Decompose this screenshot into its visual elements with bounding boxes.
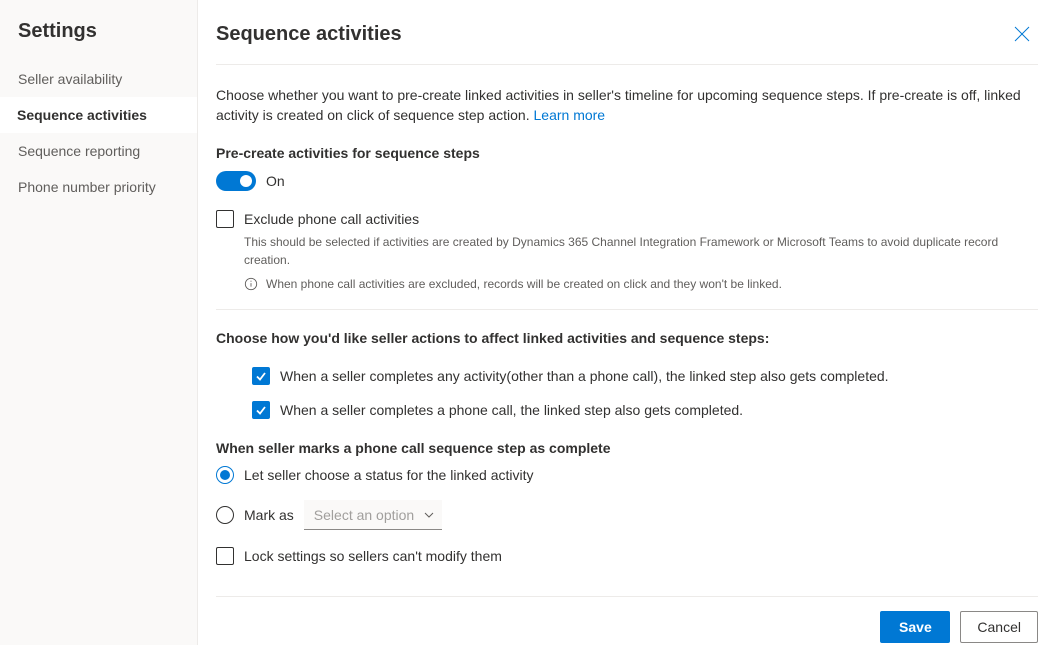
exclude-phone-checkbox[interactable] — [216, 210, 234, 228]
exclude-phone-sublabel: This should be selected if activities ar… — [244, 233, 1038, 269]
page-title: Sequence activities — [216, 23, 402, 46]
learn-more-link[interactable]: Learn more — [534, 107, 606, 123]
affect-phone-label: When a seller completes a phone call, th… — [280, 400, 743, 420]
precreate-label: Pre-create activities for sequence steps — [216, 145, 1038, 161]
check-icon — [255, 404, 267, 416]
lock-settings-checkbox[interactable] — [216, 547, 234, 565]
info-icon — [244, 277, 258, 291]
lock-settings-label: Lock settings so sellers can't modify th… — [244, 546, 502, 566]
select-placeholder: Select an option — [314, 507, 414, 523]
radio-mark-as[interactable] — [216, 506, 234, 524]
affect-activity-label: When a seller completes any activity(oth… — [280, 366, 889, 386]
page-description: Choose whether you want to pre-create li… — [216, 85, 1038, 125]
check-icon — [255, 370, 267, 382]
cancel-button[interactable]: Cancel — [960, 611, 1038, 643]
sidebar-title: Settings — [0, 10, 197, 61]
toggle-knob — [240, 175, 252, 187]
nav-item-sequence-reporting[interactable]: Sequence reporting — [0, 133, 197, 169]
marks-heading: When seller marks a phone call sequence … — [216, 440, 1038, 456]
close-icon — [1014, 26, 1030, 42]
affect-activity-checkbox[interactable] — [252, 367, 270, 385]
radio-let-seller-choose[interactable] — [216, 466, 234, 484]
divider — [216, 309, 1038, 310]
radio-mark-as-label: Mark as — [244, 507, 294, 523]
exclude-phone-label: Exclude phone call activities — [244, 209, 419, 229]
precreate-toggle-state: On — [266, 173, 285, 189]
precreate-toggle[interactable] — [216, 171, 256, 191]
main-panel: Sequence activities Choose whether you w… — [198, 0, 1056, 645]
chevron-down-icon — [424, 510, 434, 520]
exclude-info-row: When phone call activities are excluded,… — [244, 277, 1038, 291]
radio-let-seller-choose-label: Let seller choose a status for the linke… — [244, 467, 533, 483]
save-button[interactable]: Save — [880, 611, 950, 643]
close-button[interactable] — [1006, 18, 1038, 50]
affect-phone-checkbox[interactable] — [252, 401, 270, 419]
affect-heading: Choose how you'd like seller actions to … — [216, 330, 1038, 346]
nav-item-phone-number-priority[interactable]: Phone number priority — [0, 169, 197, 205]
page-header: Sequence activities — [216, 18, 1038, 65]
mark-as-select[interactable]: Select an option — [304, 500, 442, 530]
nav-item-seller-availability[interactable]: Seller availability — [0, 61, 197, 97]
footer: Save Cancel — [216, 596, 1038, 645]
settings-sidebar: Settings Seller availability Sequence ac… — [0, 0, 198, 645]
nav-item-sequence-activities[interactable]: Sequence activities — [0, 97, 197, 133]
